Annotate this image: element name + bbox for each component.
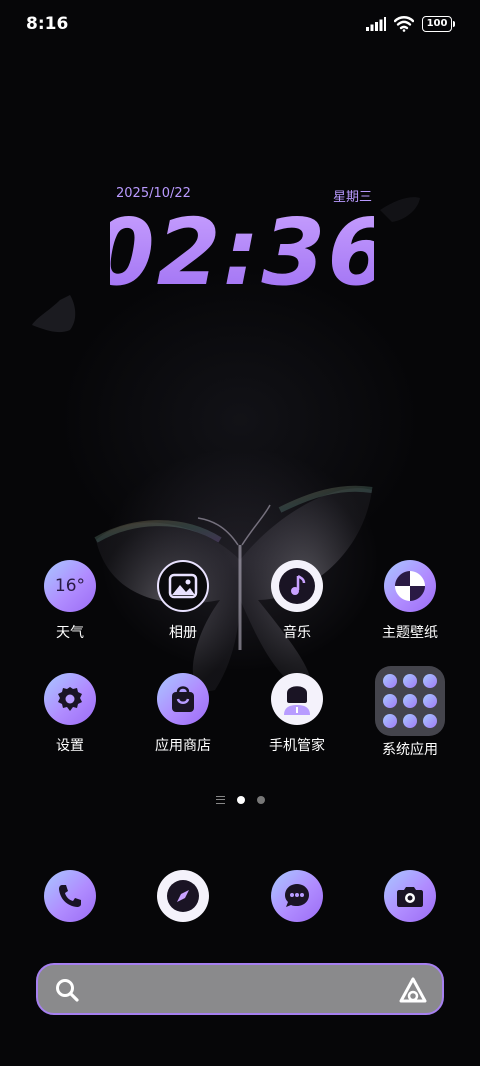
signal-icon: [366, 17, 386, 31]
phone-icon: [44, 870, 96, 922]
battery-icon: 100: [422, 16, 455, 32]
messages-icon: [271, 870, 323, 922]
app-weather[interactable]: 16° 天气: [20, 560, 120, 642]
status-bar: 8:16 100: [0, 0, 480, 50]
weather-icon: 16°: [44, 560, 96, 612]
ai-assistant-icon[interactable]: [398, 976, 428, 1004]
app-label: 主题壁纸: [382, 625, 438, 641]
app-store-icon: [157, 673, 209, 725]
themes-icon: [384, 560, 436, 612]
page-dot[interactable]: [256, 796, 265, 804]
status-time: 8:16: [26, 14, 69, 34]
dock-phone[interactable]: [20, 870, 120, 922]
music-icon: [271, 560, 323, 612]
app-gallery[interactable]: 相册: [133, 560, 233, 642]
clock-time: 02:36: [110, 199, 374, 294]
dock-camera[interactable]: [360, 870, 460, 922]
app-folder-system[interactable]: 系统应用: [360, 666, 460, 759]
wifi-icon: [394, 16, 414, 32]
app-music[interactable]: 音乐: [247, 560, 347, 642]
app-label: 设置: [56, 738, 84, 754]
phone-manager-icon: [271, 673, 323, 725]
folder-icon: [375, 666, 445, 736]
app-label: 手机管家: [269, 738, 325, 754]
weather-temperature: 16°: [54, 576, 86, 596]
app-label: 天气: [56, 625, 84, 641]
app-label: 音乐: [283, 625, 311, 641]
page-list-icon[interactable]: [215, 796, 225, 804]
dock-browser[interactable]: [133, 870, 233, 922]
clock-widget[interactable]: 2025/10/22 星期三 02:36: [110, 186, 374, 296]
search-icon[interactable]: [54, 977, 80, 1003]
page-dot-active[interactable]: [236, 796, 245, 804]
app-settings[interactable]: 设置: [20, 673, 120, 755]
app-label: 相册: [169, 625, 197, 641]
page-indicator[interactable]: [0, 796, 480, 804]
gallery-icon: [157, 560, 209, 612]
app-label: 应用商店: [155, 738, 211, 754]
app-themes[interactable]: 主题壁纸: [360, 560, 460, 642]
app-label: 系统应用: [382, 742, 438, 758]
camera-icon: [384, 870, 436, 922]
clock-time-text: 02:36: [110, 199, 374, 294]
browser-compass-icon: [157, 870, 209, 922]
settings-icon: [44, 673, 96, 725]
app-store[interactable]: 应用商店: [133, 673, 233, 755]
dock-messages[interactable]: [247, 870, 347, 922]
search-bar[interactable]: [36, 963, 444, 1015]
app-phone-manager[interactable]: 手机管家: [247, 673, 347, 755]
system-icons: 100: [366, 16, 455, 32]
